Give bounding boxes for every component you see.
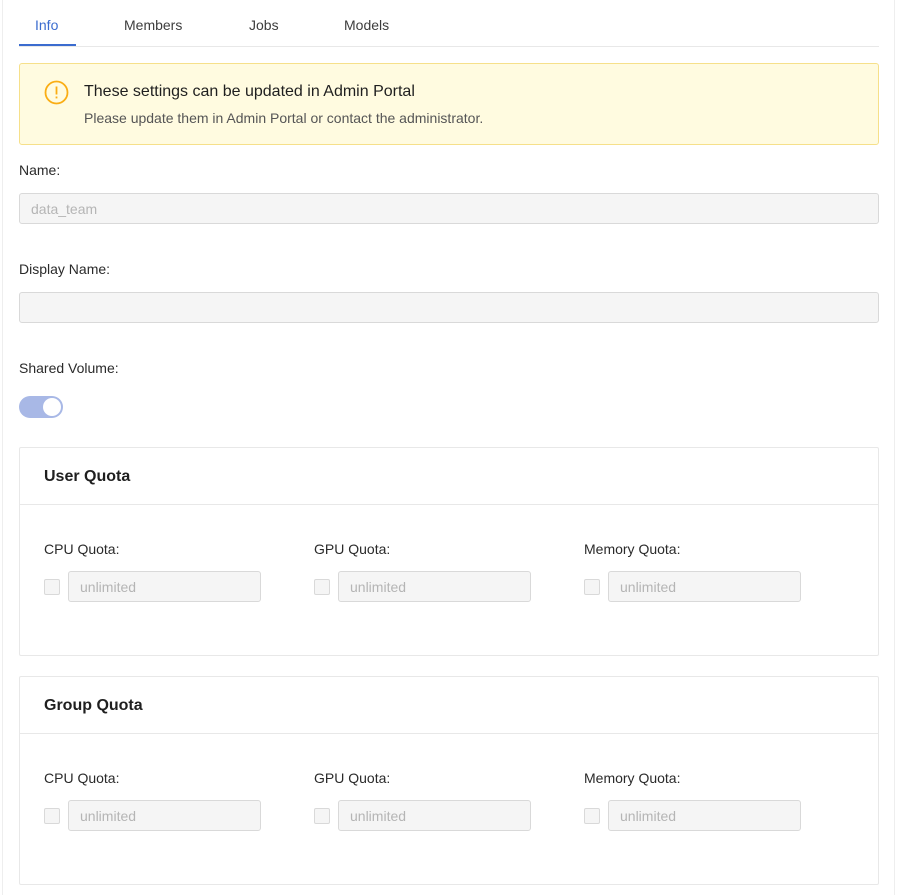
group-memory-quota-checkbox[interactable] (584, 808, 600, 824)
user-gpu-quota-input[interactable]: unlimited (338, 571, 531, 602)
tab-models[interactable]: Models (344, 17, 389, 33)
group-memory-quota-label: Memory Quota: (584, 770, 681, 786)
tab-members[interactable]: Members (124, 17, 182, 33)
user-cpu-quota-label: CPU Quota: (44, 541, 120, 557)
group-gpu-quota-label: GPU Quota: (314, 770, 391, 786)
group-gpu-quota-checkbox[interactable] (314, 808, 330, 824)
group-quota-card: Group Quota CPU Quota: unlimited GPU Quo… (19, 676, 879, 885)
group-cpu-quota-input[interactable]: unlimited (68, 800, 261, 831)
user-cpu-quota-input[interactable]: unlimited (68, 571, 261, 602)
user-memory-quota-input[interactable]: unlimited (608, 571, 801, 602)
group-cpu-quota-label: CPU Quota: (44, 770, 120, 786)
user-gpu-quota-checkbox[interactable] (314, 579, 330, 595)
group-quota-header: Group Quota (20, 677, 878, 734)
user-gpu-quota-label: GPU Quota: (314, 541, 391, 557)
user-quota-card: User Quota CPU Quota: unlimited GPU Quot… (19, 447, 879, 656)
group-quota-title: Group Quota (44, 697, 143, 714)
group-gpu-quota-input[interactable]: unlimited (338, 800, 531, 831)
user-memory-quota-label: Memory Quota: (584, 541, 681, 557)
display-name-input[interactable] (19, 292, 879, 323)
name-input[interactable]: data_team (19, 193, 879, 224)
group-cpu-quota-checkbox[interactable] (44, 808, 60, 824)
user-memory-quota-checkbox[interactable] (584, 579, 600, 595)
shared-volume-toggle[interactable] (19, 396, 63, 418)
alert-description: Please update them in Admin Portal or co… (84, 110, 484, 126)
tab-info[interactable]: Info (35, 17, 58, 33)
user-quota-header: User Quota (20, 448, 878, 505)
group-memory-quota-input[interactable]: unlimited (608, 800, 801, 831)
shared-volume-label: Shared Volume: (19, 360, 119, 376)
user-cpu-quota-checkbox[interactable] (44, 579, 60, 595)
warning-alert: These settings can be updated in Admin P… (19, 63, 879, 145)
active-tab-indicator (19, 44, 76, 46)
tab-jobs[interactable]: Jobs (249, 17, 279, 33)
toggle-knob (43, 398, 61, 416)
exclamation-circle-icon (44, 80, 69, 105)
alert-title: These settings can be updated in Admin P… (84, 83, 415, 100)
name-label: Name: (19, 162, 61, 178)
display-name-label: Display Name: (19, 261, 111, 277)
user-quota-title: User Quota (44, 468, 131, 485)
